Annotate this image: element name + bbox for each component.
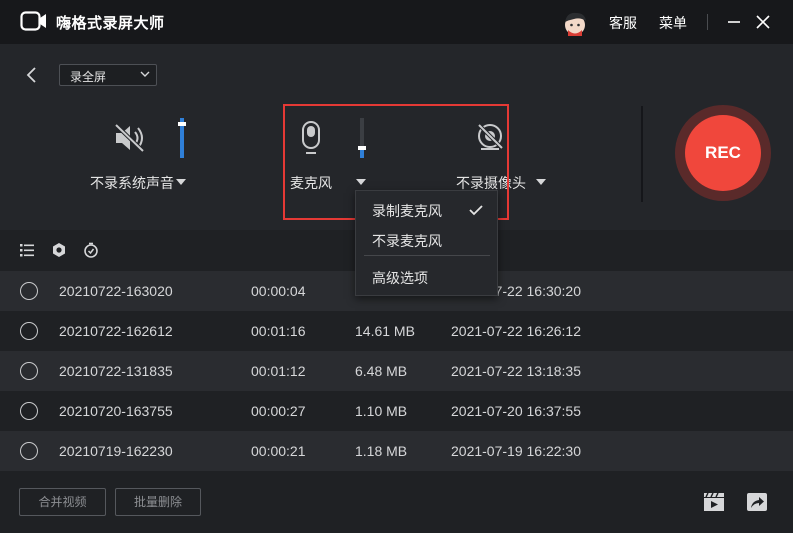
file-name: 20210722-131835 — [59, 363, 173, 379]
mic-volume-thumb[interactable] — [358, 146, 366, 150]
merge-video-button[interactable]: 合并视频 — [19, 488, 106, 516]
batch-delete-button[interactable]: 批量删除 — [115, 488, 201, 516]
file-date: 2021-07-19 16:22:30 — [451, 443, 581, 459]
minimize-icon[interactable] — [724, 12, 744, 32]
menu-item-label: 高级选项 — [372, 270, 428, 286]
menu-item-label: 不录麦克风 — [372, 233, 442, 249]
microphone-icon[interactable] — [300, 120, 322, 156]
chevron-down-icon — [140, 71, 150, 77]
video-clapper-icon[interactable] — [703, 492, 725, 512]
row-select-radio[interactable] — [20, 322, 38, 340]
title-separator — [707, 14, 708, 30]
menu-item-advanced[interactable]: 高级选项 — [356, 260, 497, 290]
record-mode-value: 录全屏 — [70, 70, 107, 84]
file-name: 20210722-162612 — [59, 323, 173, 339]
table-row[interactable]: 20210722-131835 00:01:12 6.48 MB 2021-07… — [0, 351, 793, 391]
record-mode-select[interactable]: 录全屏 — [59, 64, 157, 86]
title-bar: 嗨格式录屏大师 客服 菜单 — [0, 0, 793, 44]
menu-divider — [364, 255, 490, 256]
file-size: 6.48 MB — [355, 363, 408, 379]
menu-item-record-mic[interactable]: 录制麦克风 — [356, 193, 497, 223]
file-size: 1.10 MB — [355, 403, 408, 419]
checkmark-icon — [469, 205, 483, 216]
table-row[interactable]: 20210722-162612 00:01:16 14.61 MB 2021-0… — [0, 311, 793, 351]
close-icon[interactable] — [753, 12, 773, 32]
file-name: 20210720-163755 — [59, 403, 173, 419]
file-name: 20210719-162230 — [59, 443, 173, 459]
recording-list: 20210722-163020 00:00:04 2021-07-22 16:3… — [0, 271, 793, 471]
back-arrow-icon[interactable] — [24, 66, 40, 84]
file-size: 1.18 MB — [355, 443, 408, 459]
rec-button[interactable]: REC — [685, 115, 761, 191]
system-volume-slider[interactable] — [178, 118, 186, 158]
list-icon[interactable] — [19, 242, 35, 258]
table-row[interactable]: 20210719-162230 00:00:21 1.18 MB 2021-07… — [0, 431, 793, 471]
speaker-muted-icon[interactable] — [113, 122, 147, 154]
file-date: 2021-07-22 13:18:35 — [451, 363, 581, 379]
menu-item-no-mic[interactable]: 不录麦克风 — [356, 223, 497, 253]
user-avatar-icon[interactable] — [560, 8, 590, 38]
microphone-dropdown-menu: 录制麦克风 不录麦克风 高级选项 — [355, 190, 498, 296]
timer-icon[interactable] — [83, 242, 99, 258]
microphone-label[interactable]: 麦克风 — [290, 173, 332, 193]
file-duration: 00:00:21 — [251, 443, 306, 459]
file-size: 14.61 MB — [355, 323, 415, 339]
menu-item-label: 录制麦克风 — [372, 203, 442, 219]
settings-hex-icon[interactable] — [51, 242, 67, 258]
file-name: 20210722-163020 — [59, 283, 173, 299]
system-audio-caret[interactable] — [176, 179, 186, 185]
camera-caret[interactable] — [536, 179, 546, 185]
system-volume-thumb[interactable] — [178, 122, 186, 126]
mic-volume-slider[interactable] — [358, 118, 366, 158]
file-date: 2021-07-20 16:37:55 — [451, 403, 581, 419]
file-duration: 00:00:04 — [251, 283, 306, 299]
share-arrow-icon[interactable] — [746, 492, 768, 512]
system-audio-label[interactable]: 不录系统声音 — [90, 173, 174, 193]
file-date: 2021-07-22 16:26:12 — [451, 323, 581, 339]
rec-divider — [641, 106, 643, 202]
row-select-radio[interactable] — [20, 282, 38, 300]
table-row[interactable]: 20210720-163755 00:00:27 1.10 MB 2021-07… — [0, 391, 793, 431]
camera-logo-icon — [20, 11, 46, 31]
app-title: 嗨格式录屏大师 — [56, 15, 165, 32]
file-duration: 00:01:16 — [251, 323, 306, 339]
camera-off-icon[interactable] — [475, 122, 505, 152]
row-select-radio[interactable] — [20, 442, 38, 460]
menu-link[interactable]: 菜单 — [659, 13, 687, 33]
row-select-radio[interactable] — [20, 402, 38, 420]
file-duration: 00:01:12 — [251, 363, 306, 379]
customer-service-link[interactable]: 客服 — [609, 13, 637, 33]
file-duration: 00:00:27 — [251, 403, 306, 419]
row-select-radio[interactable] — [20, 362, 38, 380]
microphone-caret[interactable] — [356, 179, 366, 185]
